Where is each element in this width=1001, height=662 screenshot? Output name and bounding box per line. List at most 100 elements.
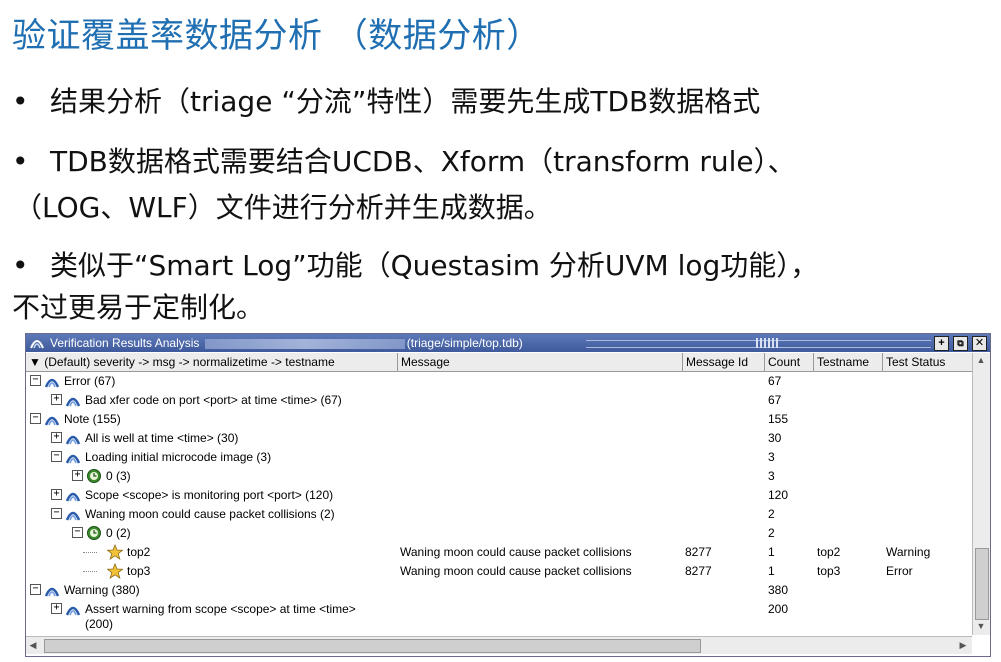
vertical-scroll-thumb[interactable] <box>975 548 989 620</box>
col-message[interactable]: Message <box>398 353 683 371</box>
tree-label: Note (155) <box>64 412 121 426</box>
add-button[interactable]: + <box>934 336 949 351</box>
tree-label-continued: (200) <box>85 617 114 631</box>
expand-icon[interactable]: + <box>51 603 62 614</box>
verification-results-window: Verification Results Analysis (triage/si… <box>25 333 991 657</box>
window-titlebar[interactable]: Verification Results Analysis (triage/si… <box>26 334 990 352</box>
cell-count: 67 <box>768 393 782 407</box>
close-button[interactable]: ✕ <box>972 336 987 351</box>
window-title: Verification Results Analysis <box>50 336 200 350</box>
bullet-2: • TDB数据格式需要结合UCDB、Xform（transform rule）、 <box>12 140 796 180</box>
tree-label: Loading initial microcode image (3) <box>85 450 272 464</box>
tree-label: All is well at time <time> (30) <box>85 431 239 445</box>
collapse-icon[interactable]: − <box>30 413 41 424</box>
group-icon <box>65 506 81 522</box>
collapse-icon[interactable]: − <box>51 451 62 462</box>
tree-label: Warning (380) <box>64 583 140 597</box>
bullet-dot: • <box>12 145 29 178</box>
tree-row[interactable]: +0 (3) 3 <box>26 467 972 486</box>
scroll-left-icon[interactable]: ◀ <box>26 638 40 652</box>
expand-icon[interactable]: + <box>51 489 62 500</box>
tree-label: 0 (2) <box>106 526 131 540</box>
col-tree[interactable]: ▼ (Default) severity -> msg -> normalize… <box>26 353 398 371</box>
tree-label: 0 (3) <box>106 469 131 483</box>
bullet-1: • 结果分析（triage “分流”特性）需要先生成TDB数据格式 <box>12 80 760 120</box>
cell-message-id: 8277 <box>685 545 712 559</box>
cell-testname: top3 <box>817 564 841 578</box>
clock-icon <box>86 525 102 541</box>
tree-row[interactable]: − Error (67) 67 <box>26 372 972 391</box>
slide-title: 验证覆盖率数据分析 （数据分析） <box>12 16 541 56</box>
cell-count: 30 <box>768 431 782 445</box>
col-test-status[interactable]: Test Status <box>883 353 972 371</box>
group-icon <box>44 411 60 427</box>
tree-label: Error (67) <box>64 374 116 388</box>
tree-connector <box>83 552 97 553</box>
horizontal-scroll-thumb[interactable] <box>44 639 701 653</box>
star-icon <box>106 543 124 560</box>
cell-count: 155 <box>768 412 789 426</box>
bullet-2-text-line2: （LOG、WLF）文件进行分析并生成数据。 <box>14 191 552 224</box>
collapse-icon[interactable]: − <box>30 584 41 595</box>
tree-label: top3 <box>127 564 151 578</box>
tree-row[interactable]: + All is well at time <time> (30) 30 <box>26 429 972 448</box>
cell-message-id: 8277 <box>685 564 712 578</box>
expand-icon[interactable]: + <box>51 432 62 443</box>
tree-row[interactable]: top3 Waning moon could cause packet colli… <box>26 562 972 581</box>
collapse-icon[interactable]: − <box>51 508 62 519</box>
cell-testname: top2 <box>817 545 841 559</box>
tree-label: Assert warning from scope <scope> at tim… <box>85 602 356 616</box>
tree-row[interactable]: − Note (155) 155 <box>26 410 972 429</box>
cell-count: 67 <box>768 374 782 388</box>
titlebar-grip[interactable] <box>586 338 931 348</box>
bullet-2-text-line1: TDB数据格式需要结合UCDB、Xform（transform rule）、 <box>50 145 796 178</box>
bullet-3-text-line1: 类似于“Smart Log”功能（Questasim 分析UVM log功能）， <box>50 249 819 282</box>
scroll-down-icon[interactable]: ▼ <box>974 619 988 633</box>
group-icon <box>65 449 81 465</box>
vertical-scrollbar[interactable]: ▲ ▼ <box>972 353 990 635</box>
tree-row[interactable]: − Loading initial microcode image (3) 3 <box>26 448 972 467</box>
window-title-path: (triage/simple/top.tdb) <box>406 336 523 350</box>
tree-row[interactable]: top2 Waning moon could cause packet colli… <box>26 543 972 562</box>
tree-row[interactable]: + Assert warning from scope <scope> at ti… <box>26 600 972 634</box>
group-icon <box>65 430 81 446</box>
clock-icon <box>86 468 102 484</box>
col-message-id[interactable]: Message Id <box>683 353 765 371</box>
tree-row[interactable]: + Scope <scope> is monitoring port <port>… <box>26 486 972 505</box>
tree-row[interactable]: + Bad xfer code on port <port> at time <t… <box>26 391 972 410</box>
expand-icon[interactable]: + <box>72 470 83 481</box>
horizontal-scrollbar[interactable]: ◀ ▶ <box>26 636 972 654</box>
col-count[interactable]: Count <box>765 353 814 371</box>
collapse-icon[interactable]: − <box>30 375 41 386</box>
tree-label: Waning moon could cause packet collision… <box>85 507 335 521</box>
bullet-dot: • <box>12 85 29 118</box>
expand-icon[interactable]: + <box>51 394 62 405</box>
cell-count: 3 <box>768 450 775 464</box>
cell-count: 120 <box>768 488 789 502</box>
bullet-3-text-line2: 不过更易于定制化。 <box>12 291 265 324</box>
col-testname[interactable]: Testname <box>814 353 883 371</box>
group-icon <box>44 582 60 598</box>
group-icon <box>65 487 81 503</box>
group-icon <box>44 373 60 389</box>
cell-count: 2 <box>768 507 775 521</box>
tree-row[interactable]: − Waning moon could cause packet collisio… <box>26 505 972 524</box>
scroll-right-icon[interactable]: ▶ <box>956 638 970 652</box>
group-icon <box>65 601 81 617</box>
bullet-dot: • <box>12 249 29 282</box>
float-button[interactable]: ⧉ <box>953 336 968 351</box>
cell-count: 1 <box>768 564 775 578</box>
column-header: ▼ (Default) severity -> msg -> normalize… <box>26 353 972 372</box>
scroll-up-icon[interactable]: ▲ <box>974 353 988 367</box>
blurred-path <box>204 338 405 349</box>
collapse-icon[interactable]: − <box>72 527 83 538</box>
group-icon <box>65 392 81 408</box>
cell-count: 200 <box>768 602 789 616</box>
tree-row[interactable]: − Warning (380) 380 <box>26 581 972 600</box>
cell-count: 380 <box>768 583 789 597</box>
cell-count: 3 <box>768 469 775 483</box>
tree-connector <box>83 571 97 572</box>
bullet-1-text: 结果分析（triage “分流”特性）需要先生成TDB数据格式 <box>50 85 761 118</box>
tree-row[interactable]: − 0 (2) 2 <box>26 524 972 543</box>
cell-message: Waning moon could cause packet collision… <box>400 545 632 559</box>
